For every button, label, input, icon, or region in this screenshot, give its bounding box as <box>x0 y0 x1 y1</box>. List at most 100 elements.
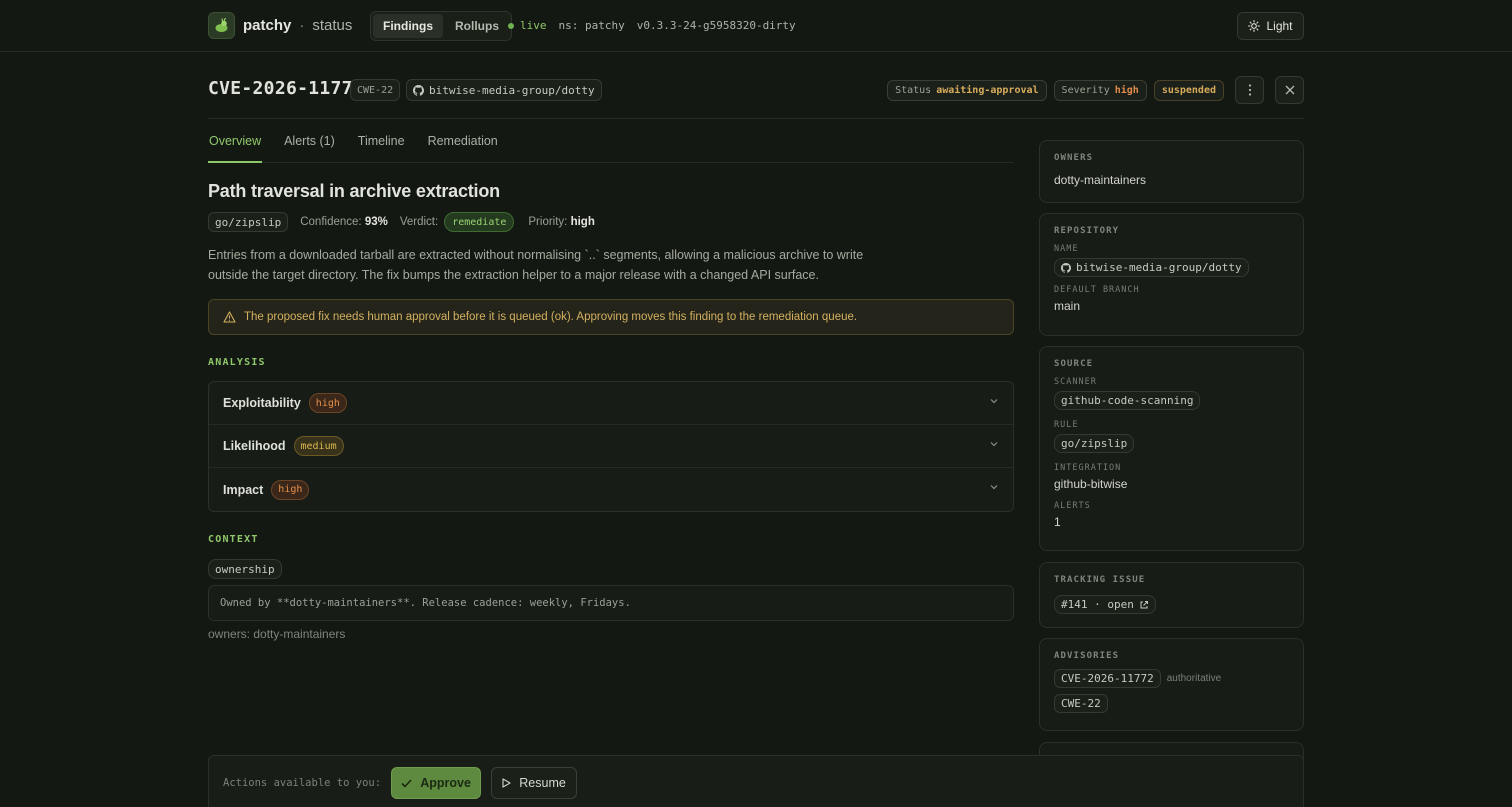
advisory-chip[interactable]: CWE-22 <box>1054 694 1108 713</box>
analysis-row-exploitability[interactable]: Exploitability high <box>209 382 1013 425</box>
advisory-chip[interactable]: CVE-2026-11772 <box>1054 669 1161 688</box>
repo-name-label: NAME <box>1054 244 1079 254</box>
status-label: Status <box>895 84 932 96</box>
tab-timeline[interactable]: Timeline <box>357 128 406 163</box>
github-icon <box>1061 262 1071 273</box>
priority-value: high <box>570 216 595 228</box>
finding-title: Path traversal in archive extraction <box>208 181 500 201</box>
github-icon <box>413 84 424 96</box>
patchy-logo-icon <box>208 12 235 39</box>
more-menu-button[interactable] <box>1235 76 1264 104</box>
tracking-issue-link[interactable]: #141 · open <box>1054 595 1156 614</box>
repository-card: REPOSITORY NAME bitwise-media-group/dott… <box>1039 213 1304 336</box>
live-status: live ns: patchy v0.3.3-24-g5958320-dirty <box>508 19 796 32</box>
repo-name-chip[interactable]: bitwise-media-group/dotty <box>1054 258 1249 277</box>
approval-warning: The proposed fix needs human approval be… <box>208 299 1014 335</box>
cwe-chip[interactable]: CWE-22 <box>350 79 401 101</box>
warning-text: The proposed fix needs human approval be… <box>244 311 858 323</box>
brand-separator: · <box>299 17 305 34</box>
severity-label: Severity <box>1061 84 1110 96</box>
theme-label: Light <box>1266 19 1293 33</box>
namespace: ns: patchy <box>558 19 625 32</box>
play-icon <box>502 778 511 788</box>
tab-overview[interactable]: Overview <box>208 128 263 163</box>
integration-value: github-bitwise <box>1054 477 1128 491</box>
source-card: SOURCE SCANNER github-code-scanning RULE… <box>1039 346 1304 551</box>
nav-findings[interactable]: Findings <box>373 14 443 38</box>
status-value: awaiting-approval <box>936 84 1039 96</box>
brand-name: patchy <box>243 17 292 34</box>
advisory-item: CWE-22 <box>1054 694 1289 713</box>
analysis-row-impact[interactable]: Impact high <box>209 468 1013 511</box>
verdict-badge: remediate <box>444 212 515 232</box>
status-pills: Status awaiting-approval Severity high s… <box>887 76 1304 104</box>
finding-tabs: Overview Alerts (1) Timeline Remediation <box>208 128 1014 163</box>
suspended-badge: suspended <box>1153 79 1224 101</box>
owners-card: OWNERS dotty-maintainers <box>1039 140 1304 203</box>
level-badge: medium <box>293 436 344 456</box>
finding-description: Entries from a downloaded tarball are ex… <box>208 248 864 282</box>
live-dot-icon <box>508 22 514 29</box>
analysis-heading: ANALYSIS <box>208 357 266 368</box>
advisories-card: ADVISORIES CVE-2026-11772 authoritative … <box>1039 638 1304 731</box>
confidence-value: 93% <box>364 216 388 228</box>
owners-heading: OWNERS <box>1054 153 1094 163</box>
tab-alerts[interactable]: Alerts (1) <box>283 128 336 163</box>
default-branch-label: DEFAULT BRANCH <box>1054 285 1140 295</box>
brand-subtitle: status <box>312 17 353 34</box>
analysis-accordion: Exploitability high Likelihood medium Im… <box>208 381 1014 512</box>
source-heading: SOURCE <box>1054 359 1094 369</box>
approve-label: Approve <box>420 776 471 790</box>
resume-label: Resume <box>519 776 566 790</box>
approve-button[interactable]: Approve <box>391 767 482 799</box>
scanner-label: SCANNER <box>1054 377 1097 387</box>
more-vertical-icon <box>1248 84 1251 96</box>
main-nav: Findings Rollups <box>370 11 512 41</box>
version: v0.3.3-24-g5958320-dirty <box>636 19 796 32</box>
chevron-down-icon <box>990 485 998 490</box>
level-badge: high <box>308 393 347 413</box>
tracking-issue-card: TRACKING ISSUE #141 · open <box>1039 562 1304 628</box>
context-text: Owned by **dotty-maintainers**. Release … <box>208 585 1014 621</box>
warning-icon <box>223 311 236 323</box>
chevron-down-icon <box>990 399 998 404</box>
tracking-issue-value: #141 · open <box>1061 598 1134 611</box>
rule-value-chip[interactable]: go/zipslip <box>1054 434 1135 453</box>
priority-label: Priority: <box>528 216 568 228</box>
chevron-down-icon <box>990 442 998 447</box>
analysis-row-name: Likelihood <box>223 439 286 453</box>
advisories-heading: ADVISORIES <box>1054 651 1120 661</box>
owners-value: dotty-maintainers <box>1054 173 1147 187</box>
tab-remediation[interactable]: Remediation <box>427 128 499 163</box>
level-badge: high <box>271 479 310 500</box>
confidence-label: Confidence: <box>300 216 362 228</box>
header-divider <box>208 118 1304 119</box>
rule-chip[interactable]: go/zipslip <box>208 212 289 232</box>
analysis-row-name: Impact <box>223 482 264 497</box>
repo-chip[interactable]: bitwise-media-group/dotty <box>406 79 602 101</box>
alerts-label: ALERTS <box>1054 501 1091 511</box>
close-button[interactable] <box>1275 76 1304 104</box>
priority: Priority: high <box>528 216 594 228</box>
analysis-row-likelihood[interactable]: Likelihood medium <box>209 425 1013 468</box>
theme-toggle-button[interactable]: Light <box>1237 12 1304 40</box>
ownership-chip[interactable]: ownership <box>208 559 282 579</box>
owners-line: owners: dotty-maintainers <box>208 627 346 641</box>
sun-icon <box>1248 20 1261 32</box>
external-link-icon <box>1140 600 1148 608</box>
actions-label: Actions available to you: <box>223 777 382 789</box>
context-heading: CONTEXT <box>208 534 259 545</box>
confidence: Confidence: 93% <box>300 216 388 228</box>
default-branch-value: main <box>1054 299 1081 313</box>
check-icon <box>401 778 412 788</box>
scanner-chip[interactable]: github-code-scanning <box>1054 391 1201 410</box>
brand[interactable]: patchy · status <box>208 12 352 39</box>
live-label: live <box>520 19 547 32</box>
action-bar: Actions available to you: Approve Resume <box>208 755 1304 807</box>
repo-name: bitwise-media-group/dotty <box>429 83 595 97</box>
advisory-note: authoritative <box>1166 673 1222 684</box>
finding-meta: go/zipslip Confidence: 93% Verdict: reme… <box>208 212 595 232</box>
analysis-row-name: Exploitability <box>223 396 301 410</box>
resume-button[interactable]: Resume <box>491 767 578 799</box>
nav-rollups[interactable]: Rollups <box>445 14 509 38</box>
